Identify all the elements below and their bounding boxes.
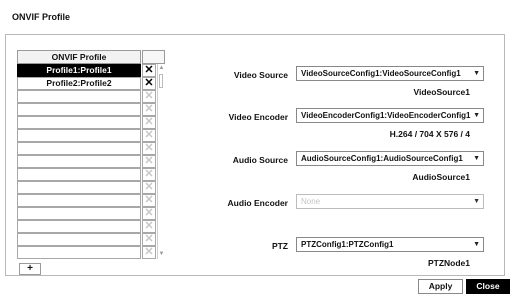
profile-row[interactable] [17,220,141,233]
chevron-down-icon: ▼ [473,155,480,162]
profile-row[interactable] [17,116,141,129]
chevron-down-icon: ▼ [473,112,480,119]
delete-icon: ✕ [142,220,156,233]
audio-source-select[interactable]: AudioSourceConfig1:AudioSourceConfig1 ▼ [296,151,484,166]
dialog-title: ONVIF Profile [12,12,71,22]
audio-encoder-value: None [301,197,321,206]
profile-row[interactable] [17,194,141,207]
video-source-info: VideoSource1 [413,87,470,97]
video-source-value: VideoSourceConfig1:VideoSourceConfig1 [301,69,461,78]
audio-source-info: AudioSource1 [412,172,470,182]
ptz-select[interactable]: PTZConfig1:PTZConfig1 ▼ [296,237,484,252]
chevron-down-icon: ▼ [473,70,480,77]
delete-icon: ✕ [142,103,156,116]
video-encoder-value: VideoEncoderConfig1:VideoEncoderConfig1 [301,111,471,120]
profile-table-header: ONVIF Profile [17,50,141,64]
delete-icon: ✕ [142,142,156,155]
profile-row[interactable] [17,181,141,194]
ptz-info: PTZNode1 [427,258,470,268]
profile-row[interactable] [17,142,141,155]
audio-encoder-label: Audio Encoder [227,198,288,208]
chevron-down-icon: ▼ [473,241,480,248]
delete-icon[interactable]: ✕ [142,77,156,90]
scroll-thumb[interactable] [159,74,163,88]
add-profile-button[interactable]: + [19,263,41,275]
delete-icon: ✕ [142,155,156,168]
profile-row[interactable] [17,168,141,181]
delete-icon: ✕ [142,246,156,259]
chevron-down-icon: ▼ [473,198,480,205]
delete-icon: ✕ [142,90,156,103]
delete-icon: ✕ [142,129,156,142]
delete-icon: ✕ [142,194,156,207]
audio-source-label: Audio Source [232,155,288,165]
video-encoder-info: H.264 / 704 X 576 / 4 [389,129,470,139]
profile-scrollbar[interactable]: ▲ ▼ [157,64,165,259]
delete-icon: ✕ [142,181,156,194]
delete-column-header [142,50,165,64]
profile-row[interactable] [17,155,141,168]
audio-source-value: AudioSourceConfig1:AudioSourceConfig1 [301,154,463,163]
profile-row[interactable] [17,246,141,259]
scroll-up-icon[interactable]: ▲ [158,65,165,72]
video-source-select[interactable]: VideoSourceConfig1:VideoSourceConfig1 ▼ [296,66,484,81]
delete-icon: ✕ [142,168,156,181]
profile-row[interactable] [17,233,141,246]
audio-encoder-select[interactable]: None ▼ [296,194,484,209]
ptz-value: PTZConfig1:PTZConfig1 [301,240,394,249]
delete-icon: ✕ [142,233,156,246]
delete-icon: ✕ [142,116,156,129]
close-button[interactable]: Close [466,279,510,294]
profile-row[interactable] [17,103,141,116]
profile-row[interactable] [17,90,141,103]
delete-icon[interactable]: ✕ [142,64,156,77]
profile-row[interactable]: Profile2:Profile2 [17,77,141,90]
video-encoder-label: Video Encoder [228,112,288,122]
profile-row[interactable]: Profile1:Profile1 [17,64,141,77]
video-encoder-select[interactable]: VideoEncoderConfig1:VideoEncoderConfig1 … [296,108,484,123]
video-source-label: Video Source [233,70,288,80]
profile-row[interactable] [17,129,141,142]
scroll-down-icon[interactable]: ▼ [158,251,165,258]
delete-icon: ✕ [142,207,156,220]
ptz-label: PTZ [271,241,288,251]
profile-row[interactable] [17,207,141,220]
apply-button[interactable]: Apply [418,279,463,294]
